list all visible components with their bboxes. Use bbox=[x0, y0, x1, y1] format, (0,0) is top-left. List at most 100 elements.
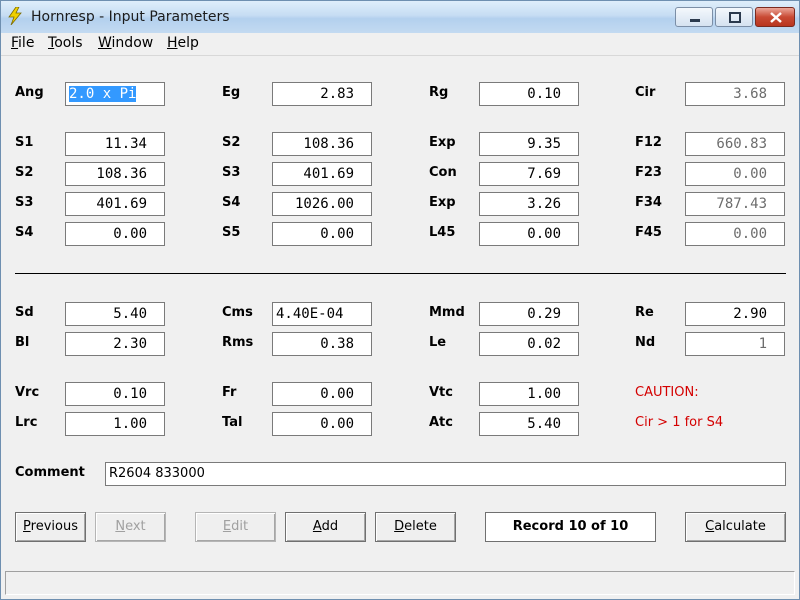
label-f12: F12 bbox=[635, 135, 662, 150]
rg-input[interactable]: 0.10 bbox=[479, 82, 579, 106]
previous-button[interactable]: Previous bbox=[15, 512, 86, 542]
comment-input[interactable]: R2604 833000 bbox=[105, 462, 786, 486]
next-button[interactable]: Next bbox=[95, 512, 166, 542]
menu-help-rest: elp bbox=[177, 35, 199, 51]
calculate-mnemonic: C bbox=[705, 519, 715, 534]
previous-label-rest: revious bbox=[30, 519, 78, 534]
atc-input[interactable]: 5.40 bbox=[479, 412, 579, 436]
calculate-label-rest: alculate bbox=[714, 519, 766, 534]
ang-value: 2.0 x Pi bbox=[69, 86, 137, 102]
vtc-input[interactable]: 1.00 bbox=[479, 382, 579, 406]
menu-bar: File Tools Window Help bbox=[1, 33, 799, 56]
cir-field: 3.68 bbox=[685, 82, 785, 106]
label-s2-row2: S2 bbox=[15, 165, 34, 180]
lrc-input[interactable]: 1.00 bbox=[65, 412, 165, 436]
maximize-button[interactable] bbox=[715, 7, 753, 27]
calculate-button[interactable]: Calculate bbox=[685, 512, 786, 542]
menu-window-rest: indow bbox=[111, 35, 154, 51]
add-button[interactable]: Add bbox=[285, 512, 366, 542]
label-exp-1: Exp bbox=[429, 135, 456, 150]
cms-input[interactable]: 4.40E-04 bbox=[272, 302, 372, 326]
label-cir: Cir bbox=[635, 85, 656, 100]
edit-mnemonic: E bbox=[222, 519, 232, 534]
label-tal: Tal bbox=[222, 415, 243, 430]
rms-input[interactable]: 0.38 bbox=[272, 332, 372, 356]
label-vrc: Vrc bbox=[15, 385, 40, 400]
window-title: Hornresp - Input Parameters bbox=[31, 9, 230, 25]
label-mmd: Mmd bbox=[429, 305, 465, 320]
menu-window[interactable]: Window bbox=[98, 35, 153, 51]
eg-input[interactable]: 2.83 bbox=[272, 82, 372, 106]
label-s4: S4 bbox=[222, 195, 241, 210]
menu-tools-rest: ools bbox=[54, 35, 83, 51]
minimize-icon bbox=[690, 19, 700, 22]
next-label-rest: ext bbox=[125, 519, 146, 534]
le-input[interactable]: 0.02 bbox=[479, 332, 579, 356]
caution-message: Cir > 1 for S4 bbox=[635, 415, 724, 430]
s2-input[interactable]: 108.36 bbox=[272, 132, 372, 156]
label-rg: Rg bbox=[429, 85, 449, 100]
menu-window-mnemonic: W bbox=[98, 35, 112, 51]
edit-button[interactable]: Edit bbox=[195, 512, 276, 542]
label-bl: Bl bbox=[15, 335, 30, 350]
re-input[interactable]: 2.90 bbox=[685, 302, 785, 326]
nd-field: 1 bbox=[685, 332, 785, 356]
s3-row3-input[interactable]: 401.69 bbox=[65, 192, 165, 216]
close-button[interactable] bbox=[755, 7, 795, 27]
label-sd: Sd bbox=[15, 305, 34, 320]
s1-input[interactable]: 11.34 bbox=[65, 132, 165, 156]
label-lrc: Lrc bbox=[15, 415, 38, 430]
label-ang: Ang bbox=[15, 85, 44, 100]
next-mnemonic: N bbox=[115, 519, 126, 534]
label-atc: Atc bbox=[429, 415, 453, 430]
exp-1-input[interactable]: 9.35 bbox=[479, 132, 579, 156]
add-label-rest: dd bbox=[321, 519, 339, 534]
label-rms: Rms bbox=[222, 335, 254, 350]
label-s3-row3: S3 bbox=[15, 195, 34, 210]
label-exp-2: Exp bbox=[429, 195, 456, 210]
label-s1: S1 bbox=[15, 135, 34, 150]
con-input[interactable]: 7.69 bbox=[479, 162, 579, 186]
minimize-button[interactable] bbox=[675, 7, 713, 27]
label-l45: L45 bbox=[429, 225, 456, 240]
mmd-input[interactable]: 0.29 bbox=[479, 302, 579, 326]
s5-input[interactable]: 0.00 bbox=[272, 222, 372, 246]
label-eg: Eg bbox=[222, 85, 241, 100]
sd-input[interactable]: 5.40 bbox=[65, 302, 165, 326]
exp-2-input[interactable]: 3.26 bbox=[479, 192, 579, 216]
ang-input[interactable]: 2.0 x Pi bbox=[65, 82, 165, 106]
label-s2: S2 bbox=[222, 135, 241, 150]
s3-input[interactable]: 401.69 bbox=[272, 162, 372, 186]
tal-input[interactable]: 0.00 bbox=[272, 412, 372, 436]
label-re: Re bbox=[635, 305, 654, 320]
maximize-icon bbox=[729, 12, 741, 23]
title-bar[interactable]: Hornresp - Input Parameters bbox=[1, 1, 799, 33]
main-window: Hornresp - Input Parameters File Tools W… bbox=[0, 0, 800, 600]
add-mnemonic: A bbox=[312, 519, 322, 534]
menu-file-rest: ile bbox=[18, 35, 35, 51]
s4-row4-input[interactable]: 0.00 bbox=[65, 222, 165, 246]
f45-field: 0.00 bbox=[685, 222, 785, 246]
label-le: Le bbox=[429, 335, 447, 350]
delete-button[interactable]: Delete bbox=[375, 512, 456, 542]
edit-label-rest: dit bbox=[231, 519, 249, 534]
fr-input[interactable]: 0.00 bbox=[272, 382, 372, 406]
menu-help[interactable]: Help bbox=[167, 35, 199, 51]
s2-row2-input[interactable]: 108.36 bbox=[65, 162, 165, 186]
menu-help-mnemonic: H bbox=[167, 35, 178, 51]
bl-input[interactable]: 2.30 bbox=[65, 332, 165, 356]
caution-title: CAUTION: bbox=[635, 385, 699, 400]
lightning-bolt-icon bbox=[8, 7, 22, 25]
menu-file[interactable]: File bbox=[11, 35, 34, 51]
label-s5: S5 bbox=[222, 225, 241, 240]
label-fr: Fr bbox=[222, 385, 237, 400]
menu-tools[interactable]: Tools bbox=[48, 35, 83, 51]
label-f34: F34 bbox=[635, 195, 662, 210]
label-f45: F45 bbox=[635, 225, 662, 240]
menu-file-mnemonic: F bbox=[11, 35, 19, 51]
label-comment: Comment bbox=[15, 465, 85, 480]
previous-mnemonic: P bbox=[23, 519, 31, 534]
s4-input[interactable]: 1026.00 bbox=[272, 192, 372, 216]
vrc-input[interactable]: 0.10 bbox=[65, 382, 165, 406]
l45-input[interactable]: 0.00 bbox=[479, 222, 579, 246]
